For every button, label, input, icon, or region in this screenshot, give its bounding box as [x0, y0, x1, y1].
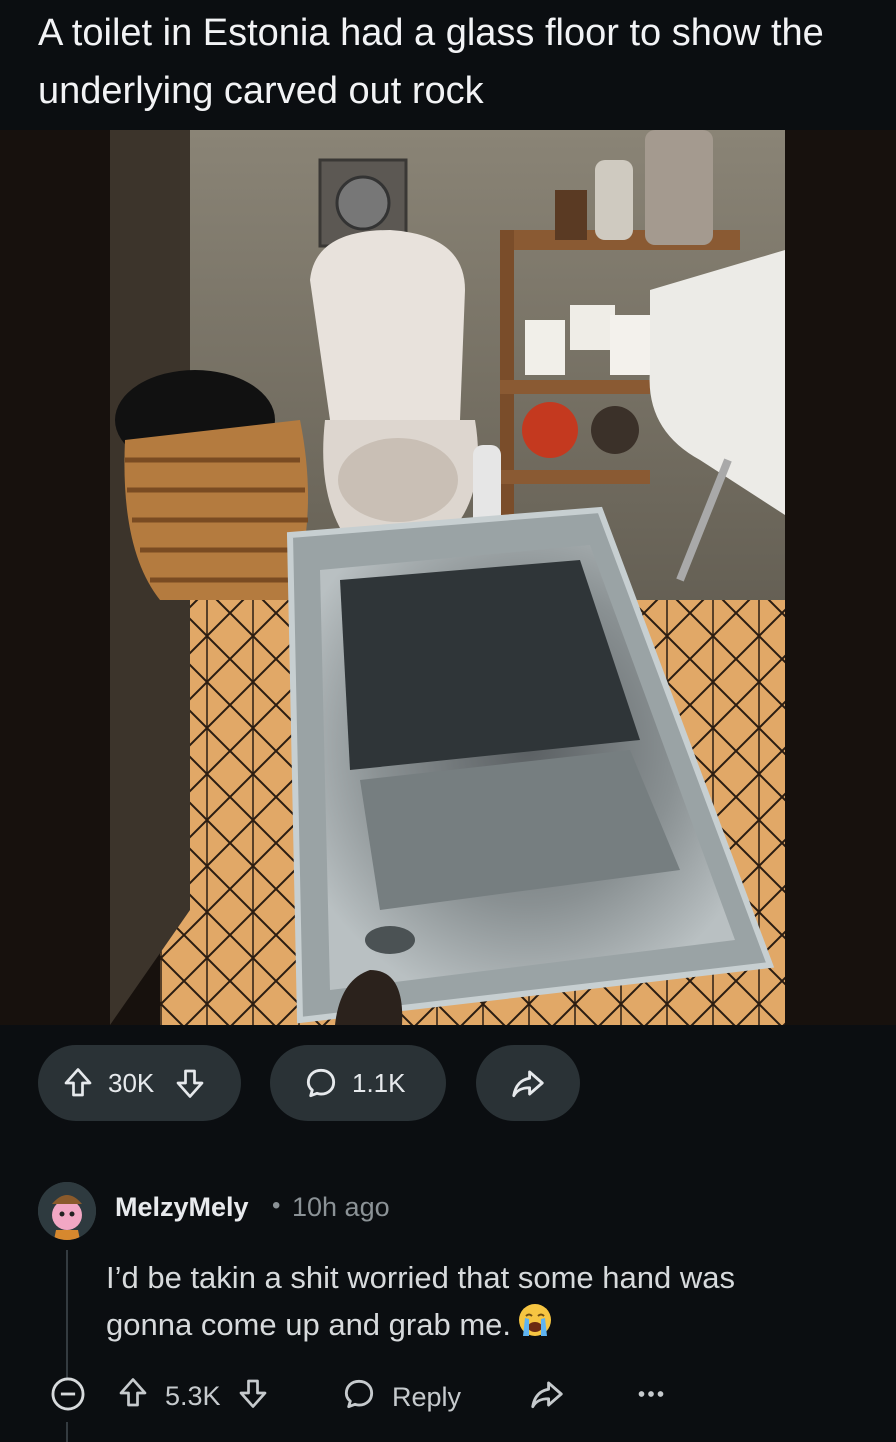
vote-pill: 30K: [38, 1045, 241, 1121]
post-action-bar: 30K 1.1K: [0, 1045, 896, 1121]
thread-line-continuation: [66, 1422, 68, 1442]
share-button[interactable]: [476, 1045, 580, 1121]
reply-button[interactable]: Reply: [340, 1375, 461, 1420]
comment-downvote-icon[interactable]: [235, 1375, 271, 1418]
comment-username[interactable]: MelzyMely: [115, 1192, 249, 1223]
comment-count: 1.1K: [352, 1067, 406, 1098]
comment: MelzyMely • 10h ago I’d be takin a shit …: [0, 1170, 896, 1442]
comment-icon: [302, 1064, 340, 1102]
comment-text: I’d be takin a shit worried that some ha…: [106, 1260, 735, 1342]
meta-separator: •: [272, 1192, 281, 1219]
thread-line[interactable]: [66, 1250, 68, 1380]
comment-share-button[interactable]: [528, 1375, 566, 1413]
downvote-icon[interactable]: [172, 1065, 208, 1101]
collapse-icon: [51, 1377, 85, 1411]
comment-upvote-icon[interactable]: [115, 1375, 151, 1418]
loudly-crying-face-icon: [517, 1302, 553, 1351]
share-icon: [531, 1381, 563, 1409]
post-image[interactable]: [0, 130, 896, 1025]
upvote-count: 30K: [108, 1067, 155, 1098]
upvote-icon[interactable]: [60, 1065, 96, 1101]
comment-vote: 5.3K: [115, 1375, 271, 1418]
reply-label: Reply: [392, 1382, 462, 1412]
collapse-button[interactable]: [49, 1375, 87, 1413]
more-options-button[interactable]: [632, 1375, 670, 1413]
reply-icon: [340, 1375, 378, 1420]
comment-upvote-count: 5.3K: [165, 1381, 221, 1411]
comment-timestamp: 10h ago: [292, 1192, 390, 1222]
avatar[interactable]: [38, 1182, 96, 1240]
post-title: A toilet in Estonia had a glass floor to…: [38, 12, 824, 112]
comment-action-bar: 5.3K Reply: [0, 1370, 896, 1422]
more-icon: [638, 1391, 664, 1397]
share-icon: [509, 1064, 547, 1102]
comment-body: I’d be takin a shit worried that some ha…: [106, 1254, 806, 1351]
comments-button[interactable]: 1.1K: [270, 1045, 446, 1121]
